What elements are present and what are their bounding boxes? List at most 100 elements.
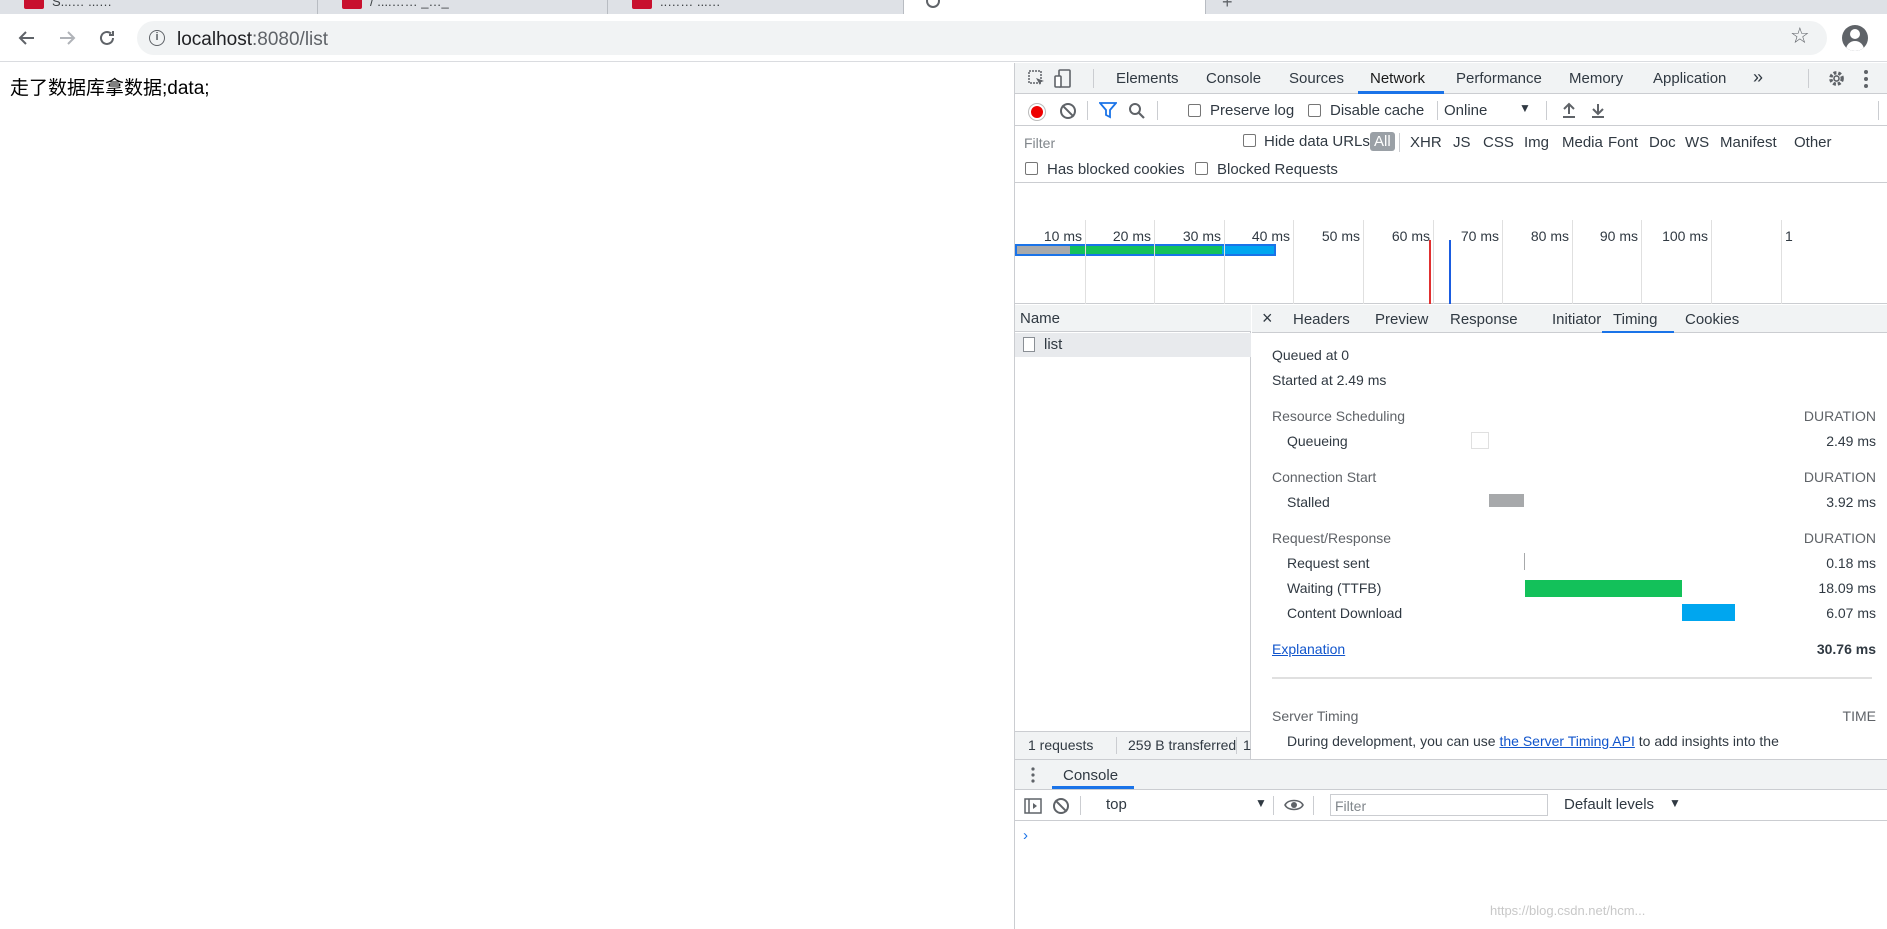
type-filter-all[interactable]: All <box>1370 132 1395 151</box>
url-text[interactable]: localhost:8080/list <box>177 29 328 51</box>
type-filter-other[interactable]: Other <box>1794 134 1832 151</box>
type-filter-manifest[interactable]: Manifest <box>1720 134 1777 151</box>
type-filter-img[interactable]: Img <box>1524 134 1549 151</box>
console-drawer-header: Console <box>1015 759 1887 790</box>
preserve-log-checkbox[interactable] <box>1188 104 1201 117</box>
profile-avatar-icon[interactable] <box>1842 25 1868 51</box>
tab-response[interactable]: Response <box>1450 311 1518 328</box>
context-select[interactable]: top <box>1106 796 1127 813</box>
show-sidebar-icon[interactable] <box>1024 798 1042 814</box>
tab-sources[interactable]: Sources <box>1289 70 1344 87</box>
arrow-right-icon <box>60 31 76 45</box>
type-filter-xhr[interactable]: XHR <box>1410 134 1442 151</box>
tab-headers[interactable]: Headers <box>1293 311 1350 328</box>
context-dropdown-arrow-icon[interactable]: ▼ <box>1255 796 1267 810</box>
import-har-icon[interactable] <box>1562 102 1576 118</box>
overview-dcl-line <box>1449 240 1451 304</box>
reload-button[interactable] <box>92 23 122 53</box>
console-filter-input[interactable]: Filter <box>1330 794 1548 816</box>
section-title-resource-scheduling: Resource Scheduling <box>1272 408 1406 424</box>
blocked-requests-label: Blocked Requests <box>1217 161 1338 178</box>
hide-data-urls-checkbox[interactable] <box>1243 134 1256 147</box>
browser-tab-1[interactable]: S...… ...… <box>0 0 318 14</box>
export-har-icon[interactable] <box>1591 102 1605 118</box>
info-icon[interactable]: i <box>149 30 165 46</box>
record-button[interactable] <box>1029 104 1045 120</box>
settings-gear-icon[interactable] <box>1827 69 1846 88</box>
request-row[interactable]: list <box>1015 333 1251 357</box>
hide-data-urls-label: Hide data URLs <box>1264 133 1370 150</box>
tab-console[interactable]: Console <box>1206 70 1261 87</box>
request-detail-pane: × Headers Preview Response Initiator Tim… <box>1252 305 1887 759</box>
explanation-link[interactable]: Explanation <box>1272 641 1345 657</box>
duration-header: DURATION <box>1803 469 1876 485</box>
drawer-menu-icon[interactable] <box>1031 767 1035 783</box>
forward-button[interactable] <box>52 23 82 53</box>
browser-tab-3[interactable]: ..…… ...… <box>608 0 904 14</box>
server-timing-col: TIME <box>1842 708 1876 724</box>
tab-application[interactable]: Application <box>1653 70 1726 87</box>
blocked-requests-checkbox[interactable] <box>1195 162 1208 175</box>
queued-at: Queued at 0 <box>1272 347 1350 363</box>
network-filter-bar-2: Has blocked cookies Blocked Requests <box>1015 157 1887 183</box>
inspect-element-icon[interactable] <box>1028 70 1046 88</box>
type-filter-css[interactable]: CSS <box>1483 134 1514 151</box>
overview-tick-label: 30 ms <box>1182 228 1221 244</box>
tab-performance[interactable]: Performance <box>1456 70 1542 87</box>
csdn-favicon-icon <box>24 0 44 9</box>
tab-timing-underline <box>1602 331 1674 333</box>
address-bar[interactable]: i localhost:8080/list <box>137 21 1827 55</box>
disable-cache-label: Disable cache <box>1330 102 1425 119</box>
new-tab-button[interactable]: + <box>1210 0 1250 14</box>
tab-network-underline <box>1358 91 1444 94</box>
tab-memory[interactable]: Memory <box>1569 70 1623 87</box>
device-toolbar-icon[interactable] <box>1054 69 1072 89</box>
console-prompt-icon[interactable]: › <box>1023 827 1028 844</box>
has-blocked-cookies-checkbox[interactable] <box>1025 162 1038 175</box>
more-options-icon[interactable] <box>1863 69 1869 89</box>
tab-network[interactable]: Network <box>1370 70 1425 87</box>
live-expression-eye-icon[interactable] <box>1284 798 1304 812</box>
server-timing-api-link[interactable]: the Server Timing API <box>1499 733 1634 749</box>
throttle-select[interactable]: Online <box>1444 102 1487 119</box>
levels-dropdown-arrow-icon[interactable]: ▼ <box>1669 796 1681 810</box>
type-filter-doc[interactable]: Doc <box>1649 134 1676 151</box>
type-filter-js[interactable]: JS <box>1453 134 1471 151</box>
overview-tick-label: 90 ms <box>1599 228 1638 244</box>
clear-console-button[interactable] <box>1053 798 1069 814</box>
csdn-favicon-icon <box>632 0 652 9</box>
back-button[interactable] <box>12 23 42 53</box>
bookmark-star-icon[interactable]: ☆ <box>1790 23 1810 49</box>
type-filter-media[interactable]: Media <box>1562 134 1603 151</box>
overview-tick-label: 10 ms <box>1043 228 1082 244</box>
duration-header: DURATION <box>1803 530 1876 546</box>
close-detail-button[interactable]: × <box>1262 308 1273 329</box>
tab-preview[interactable]: Preview <box>1375 311 1428 328</box>
duration-header: DURATION <box>1803 408 1876 424</box>
watermark: https://blog.csdn.net/hcm... <box>1490 903 1646 918</box>
log-levels-select[interactable]: Default levels <box>1564 796 1654 813</box>
browser-tab-2[interactable]: / ....…… _…_ <box>318 0 608 14</box>
divider <box>1272 677 1872 679</box>
network-filter-input[interactable]: Filter <box>1019 131 1229 153</box>
network-overview[interactable]: 10 ms 20 ms 30 ms 40 ms 50 ms 60 ms 70 ms 80 ms… <box>1015 220 1887 304</box>
started-at: Started at 2.49 ms <box>1272 372 1387 388</box>
tab-timing[interactable]: Timing <box>1613 311 1657 328</box>
browser-tab-active[interactable] <box>904 0 1206 14</box>
type-filter-font[interactable]: Font <box>1608 134 1638 151</box>
network-filter-bar: Filter Hide data URLs All XHR JS CSS Img… <box>1015 127 1887 157</box>
throttle-dropdown-arrow-icon[interactable]: ▼ <box>1519 101 1531 115</box>
clear-button[interactable] <box>1060 103 1076 119</box>
disable-cache-checkbox[interactable] <box>1308 104 1321 117</box>
tab-cookies[interactable]: Cookies <box>1685 311 1739 328</box>
filter-funnel-icon[interactable] <box>1099 102 1117 119</box>
type-filter-ws[interactable]: WS <box>1685 134 1709 151</box>
preserve-log-label: Preserve log <box>1210 102 1295 119</box>
status-request-count: 1 requests <box>1028 737 1094 753</box>
more-tabs-button[interactable]: » <box>1753 67 1763 88</box>
search-icon[interactable] <box>1128 102 1146 120</box>
name-column-header[interactable]: Name <box>1015 305 1251 332</box>
tab-elements[interactable]: Elements <box>1116 70 1179 87</box>
tab-initiator[interactable]: Initiator <box>1552 311 1601 328</box>
drawer-tab-console[interactable]: Console <box>1063 767 1118 784</box>
